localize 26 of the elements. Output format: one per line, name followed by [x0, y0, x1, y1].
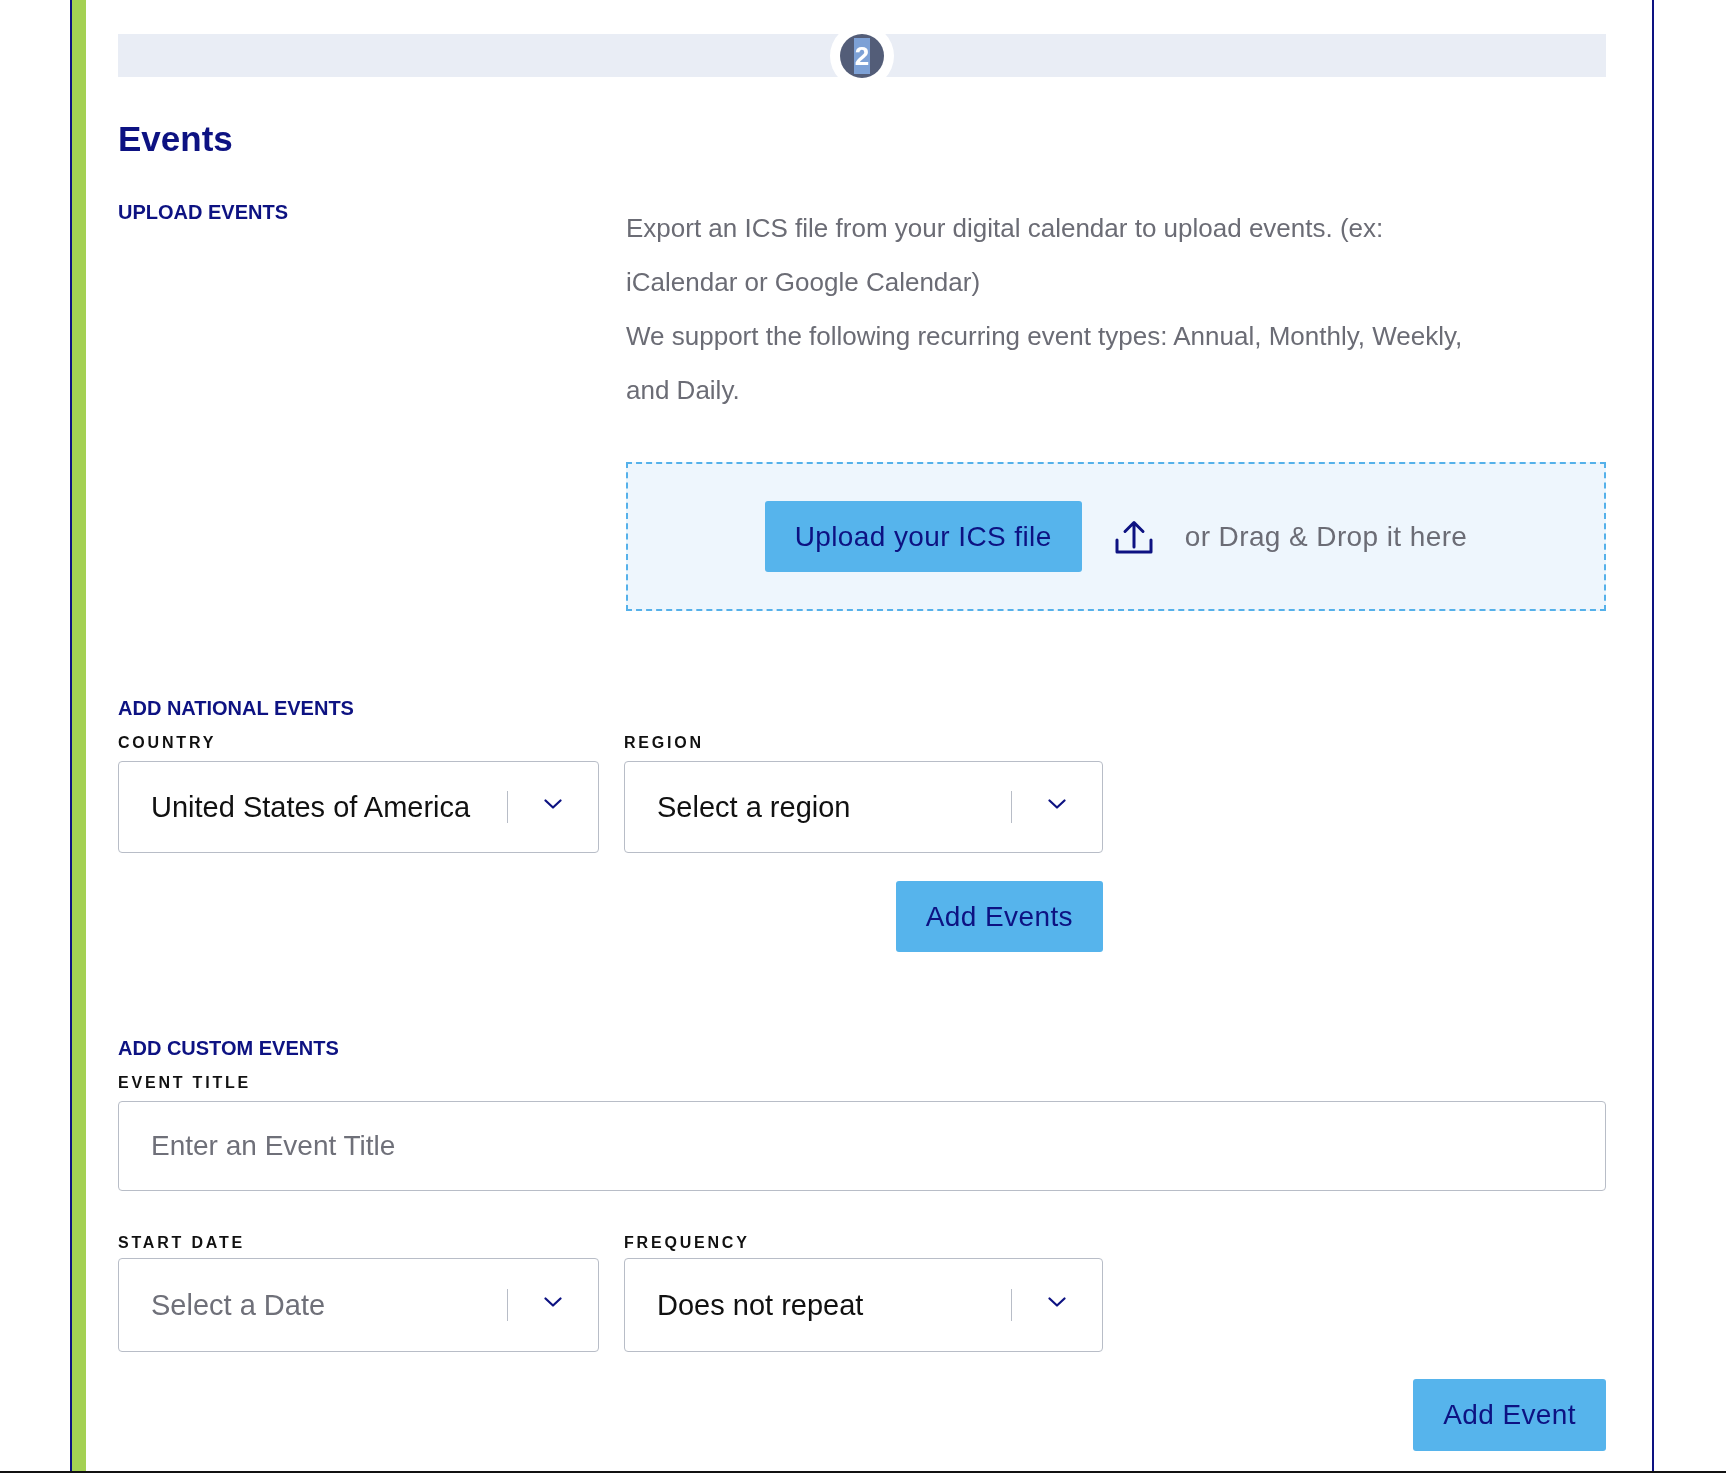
dropdown-field[interactable]: Does not repeat	[624, 1258, 1103, 1352]
dropdown-field[interactable]: Select a region	[624, 761, 1103, 853]
subsection-heading: ADD CUSTOM EVENTS	[118, 1036, 339, 1060]
description-text: Export an ICS file from your digital calendar to upload events. (ex: iCalendar or Google Calendar)	[626, 212, 1385, 299]
subsection-heading: ADD NATIONAL EVENTS	[118, 696, 354, 720]
field-label: EVENT TITLE	[118, 1073, 252, 1093]
chevron-down-icon	[544, 799, 562, 809]
drop-hint-text: or Drag & Drop it here	[1184, 520, 1468, 553]
event-title-input[interactable]: Enter an Event Title	[118, 1101, 1606, 1191]
subsection-heading: UPLOAD EVENTS	[118, 200, 289, 224]
add-event-button[interactable]: Add Event	[1413, 1379, 1606, 1451]
field-label: FREQUENCY	[624, 1233, 750, 1253]
field-label: START DATE	[118, 1233, 245, 1253]
description-text: We support the following recurring event types: Annual, Monthly, Weekly, and Daily.	[626, 320, 1464, 407]
field-label: REGION	[624, 733, 704, 753]
chevron-down-icon	[544, 1297, 562, 1307]
section-title: Events	[118, 118, 233, 160]
field-label: COUNTRY	[118, 733, 217, 753]
upload-file-button[interactable]: Upload your ICS file	[764, 501, 1082, 572]
dropdown-field[interactable]: Select a Date	[118, 1258, 599, 1352]
upload-icon	[1113, 518, 1154, 555]
chevron-down-icon	[1048, 799, 1066, 809]
file-drop-zone[interactable]: Upload your ICS file or Drag & Drop it here	[626, 462, 1606, 611]
dropdown-field[interactable]: United States of America	[118, 761, 599, 853]
chevron-down-icon	[1048, 1297, 1066, 1307]
add-events-button[interactable]: Add Events	[895, 881, 1103, 952]
